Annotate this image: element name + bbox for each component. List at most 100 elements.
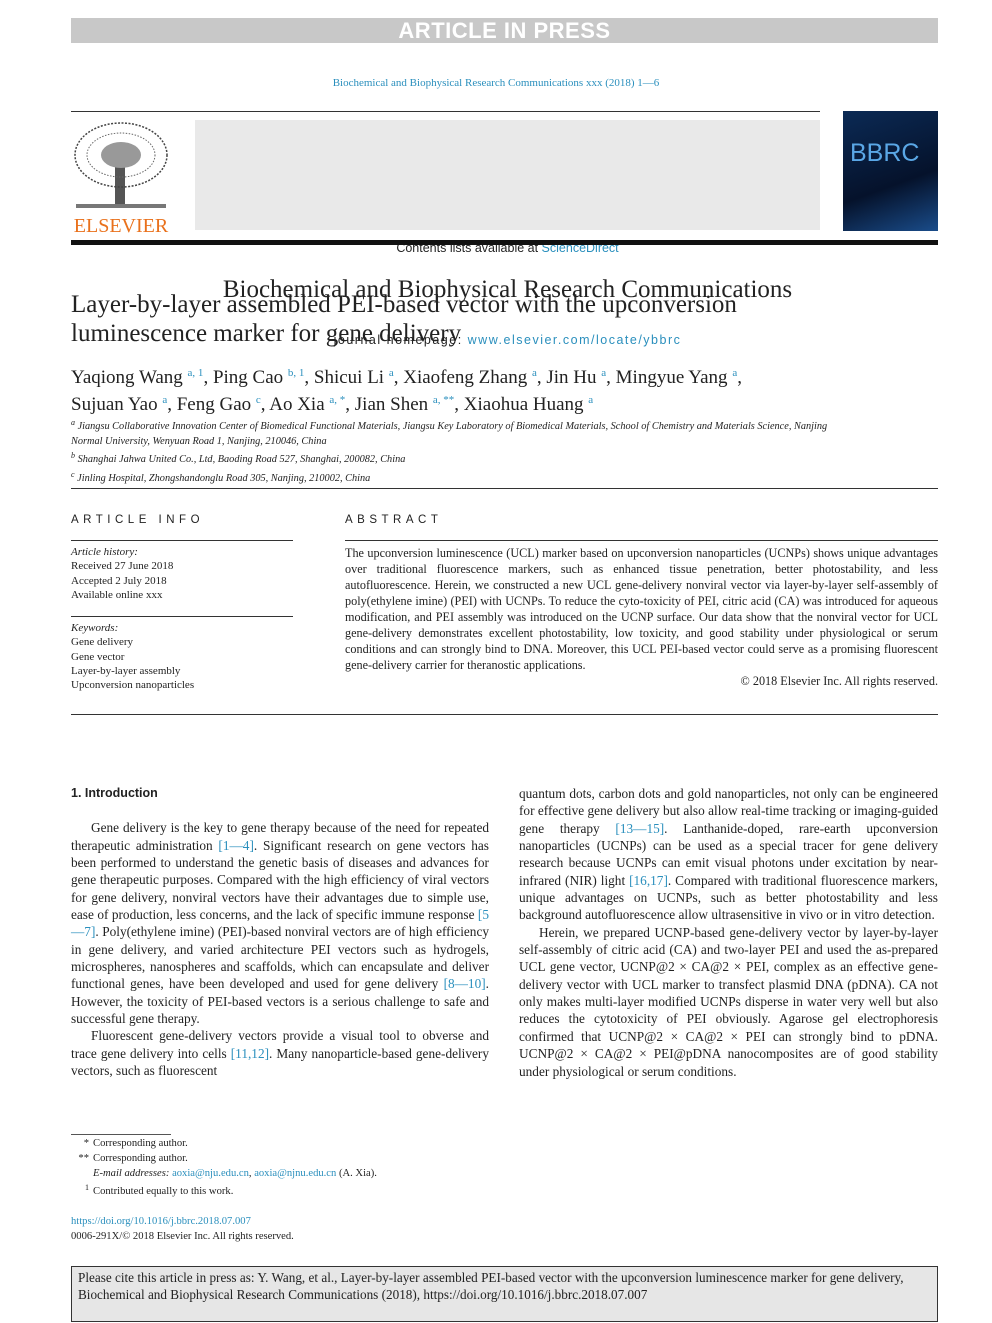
intro-left-text: Gene delivery is the key to gene therapy… xyxy=(71,819,489,1079)
author: Jin Hu a xyxy=(546,367,606,388)
footnote-text: Corresponding author. xyxy=(93,1152,188,1164)
abstract-copyright: © 2018 Elsevier Inc. All rights reserved… xyxy=(740,674,938,688)
footnote-mark: 1 xyxy=(85,1183,89,1193)
author-affiliation-link[interactable]: c xyxy=(256,394,261,406)
author-name: Ao Xia xyxy=(269,394,325,415)
author-affiliation-link[interactable]: a, 1 xyxy=(188,367,204,379)
abstract: The upconversion luminescence (UCL) mark… xyxy=(345,545,938,689)
author: Ping Cao b, 1 xyxy=(213,367,304,388)
affiliation-text: Jiangsu Collaborative Innovation Center … xyxy=(71,421,828,447)
citation-link[interactable]: [16,17] xyxy=(629,873,668,888)
email-owner: (A. Xia). xyxy=(336,1167,377,1179)
history-item: Accepted 2 July 2018 xyxy=(71,574,167,587)
issn-copyright: 0006-291X/© 2018 Elsevier Inc. All right… xyxy=(71,1230,294,1242)
author-name: Xiaohua Huang xyxy=(463,394,584,415)
history-item: Received 27 June 2018 xyxy=(71,560,174,573)
text-run: . Poly(ethylene imine) (PEI)-based nonvi… xyxy=(71,924,489,992)
email-line: E-mail addresses: aoxia@nju.edu.cn, aoxi… xyxy=(93,1167,377,1179)
author-affiliation-link[interactable]: a, * xyxy=(329,394,345,406)
author: Shicui Li a xyxy=(314,367,394,388)
paragraph: Fluorescent gene-delivery vectors provid… xyxy=(71,1027,489,1079)
affiliation-key: c xyxy=(71,469,75,479)
article-history: Article history: Received 27 June 2018 Acc… xyxy=(71,545,293,602)
history-label: Article history: xyxy=(71,546,138,558)
journal-header: Contents lists available at ScienceDirec… xyxy=(195,120,820,347)
author-name: Yaqiong Wang xyxy=(71,367,183,388)
author: Ao Xia a, * xyxy=(269,394,345,415)
article-in-press-banner: ARTICLE IN PRESS xyxy=(71,18,938,43)
author-affiliation-link[interactable]: b, 1 xyxy=(288,367,305,379)
author-affiliation-link[interactable]: a xyxy=(601,367,606,379)
footnote-text: Contributed equally to this work. xyxy=(93,1186,234,1198)
section-heading: 1. Introduction xyxy=(71,786,158,800)
footnote-divider xyxy=(71,1134,171,1135)
affiliation-text: Shanghai Jahwa United Co., Ltd, Baoding … xyxy=(77,454,406,465)
author-affiliation-link[interactable]: a xyxy=(532,367,537,379)
email-label: E-mail addresses: xyxy=(93,1167,170,1179)
citation-link[interactable]: [1—4] xyxy=(218,838,253,853)
author-name: Sujuan Yao xyxy=(71,394,158,415)
divider xyxy=(71,616,293,617)
history-item: Available online xxx xyxy=(71,588,163,601)
paragraph: Herein, we prepared UCNP-based gene-deli… xyxy=(519,924,938,1080)
divider xyxy=(71,714,938,715)
intro-right-column: quantum dots, carbon dots and gold nanop… xyxy=(519,785,938,1080)
citation-link[interactable]: [11,12] xyxy=(231,1046,269,1061)
author-name: Jian Shen xyxy=(354,394,429,415)
author: Mingyue Yang a xyxy=(616,367,738,388)
article-title: Layer-by-layer assembled PEI-based vecto… xyxy=(71,291,737,347)
divider xyxy=(71,111,820,112)
author-affiliation-link[interactable]: a xyxy=(732,367,737,379)
footnote-one: 1 Contributed equally to this work. xyxy=(71,1181,491,1200)
author-name: Jin Hu xyxy=(546,367,597,388)
divider xyxy=(71,488,938,489)
keywords-label: Keywords: xyxy=(71,622,119,634)
author-name: Mingyue Yang xyxy=(615,367,728,388)
author: Jian Shen a, ** xyxy=(355,394,455,415)
author-affiliation-link[interactable]: a, ** xyxy=(433,394,454,406)
affiliation: a Jiangsu Collaborative Innovation Cente… xyxy=(71,416,831,449)
keyword: Gene vector xyxy=(71,650,125,663)
text-run: Herein, we prepared UCNP-based gene-deli… xyxy=(519,924,938,1079)
keyword: Gene delivery xyxy=(71,636,133,649)
paragraph: Gene delivery is the key to gene therapy… xyxy=(71,819,489,1027)
intro-left-column: 1. Introduction Gene delivery is the key… xyxy=(71,785,489,1080)
footnote-mark: * xyxy=(83,1138,89,1149)
citation-box: Please cite this article in press as: Y.… xyxy=(71,1266,938,1322)
author-name: Ping Cao xyxy=(212,367,284,388)
author-affiliation-link[interactable]: a xyxy=(389,367,394,379)
keyword: Layer-by-layer assembly xyxy=(71,664,181,677)
affiliations: a Jiangsu Collaborative Innovation Cente… xyxy=(71,416,831,486)
affiliation-key: a xyxy=(71,418,75,427)
divider xyxy=(71,540,293,541)
doi-link[interactable]: https://doi.org/10.1016/j.bbrc.2018.07.0… xyxy=(71,1215,491,1230)
author-name: Xiaofeng Zhang xyxy=(403,367,528,388)
article-info-heading: ARTICLE INFO xyxy=(71,514,205,526)
author-list: Yaqiong Wang a, 1, Ping Cao b, 1, Shicui… xyxy=(71,367,742,415)
affiliation-text: Jinling Hospital, Zhongshandonglu Road 3… xyxy=(77,472,371,484)
footnotes: * Corresponding author. ** Corresponding a… xyxy=(71,1137,491,1245)
footnote-mark: ** xyxy=(78,1152,89,1164)
email-link[interactable]: aoxia@nju.edu.cn xyxy=(172,1168,249,1179)
keywords: Keywords: Gene delivery Gene vector Layer-b… xyxy=(71,621,293,692)
citation-link[interactable]: [13—15] xyxy=(615,821,664,836)
author: Yaqiong Wang a, 1 xyxy=(71,367,203,388)
journal-reference-link[interactable]: Biochemical and Biophysical Research Com… xyxy=(0,77,992,89)
divider xyxy=(345,540,938,541)
citation-link[interactable]: [8—10] xyxy=(444,976,486,991)
author-affiliation-link[interactable]: a xyxy=(588,394,593,406)
publisher-name: ELSEVIER xyxy=(73,215,169,237)
author-affiliation-link[interactable]: a xyxy=(162,394,167,406)
author: Xiaofeng Zhang a xyxy=(403,367,537,388)
author-name: Shicui Li xyxy=(313,367,385,388)
email-link[interactable]: aoxia@njnu.edu.cn xyxy=(254,1168,336,1179)
journal-cover: BBRC xyxy=(843,111,938,231)
abstract-heading: ABSTRACT xyxy=(345,514,443,526)
footnote-star: * Corresponding author. xyxy=(71,1137,491,1152)
affiliation: c Jinling Hospital, Zhongshandonglu Road… xyxy=(71,468,831,487)
author: Sujuan Yao a xyxy=(71,394,167,415)
cover-title: BBRC xyxy=(850,139,920,167)
affiliation: b Shanghai Jahwa United Co., Ltd, Baodin… xyxy=(71,449,831,468)
footnote-dstar: ** Corresponding author. xyxy=(71,1152,491,1167)
paragraph: quantum dots, carbon dots and gold nanop… xyxy=(519,785,938,924)
